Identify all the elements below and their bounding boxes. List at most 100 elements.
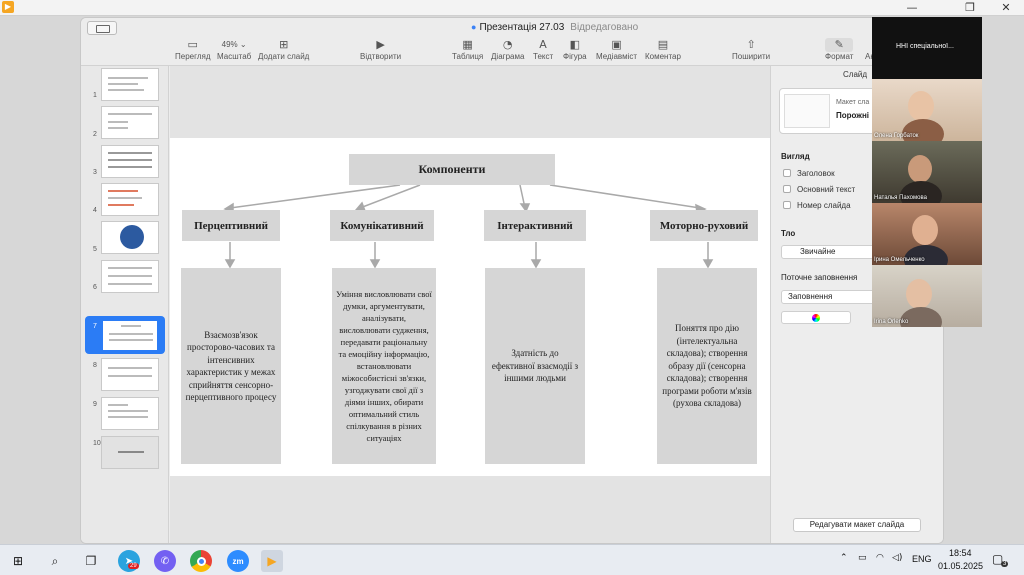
table-button[interactable]: ▦ Таблиця bbox=[452, 38, 483, 61]
checkbox-icon bbox=[783, 201, 791, 209]
slide-number: 6 bbox=[93, 284, 97, 291]
zoom-app-icon[interactable]: zm bbox=[227, 550, 249, 572]
checkbox-icon bbox=[783, 185, 791, 193]
clock-time[interactable]: 18:54 bbox=[949, 548, 972, 558]
view-button[interactable]: ▭ Перегляд bbox=[175, 38, 211, 61]
edit-slide-layout-button[interactable]: Редагувати макет слайда bbox=[793, 518, 921, 532]
text-button[interactable]: A Текст bbox=[533, 38, 553, 61]
media-icon: ▣ bbox=[611, 38, 622, 51]
body-checkbox[interactable]: Основний текст bbox=[783, 185, 855, 194]
media-button[interactable]: ▣ Медіавміст bbox=[596, 38, 637, 61]
host-titlebar: ▶ — ❐ ✕ bbox=[0, 0, 1024, 16]
tray-chevron-icon[interactable]: ⌃ bbox=[840, 553, 848, 563]
participant-tile[interactable]: Наталья Пахомова bbox=[872, 141, 982, 203]
slide-number: 10 bbox=[93, 440, 101, 447]
screen-viewer-icon[interactable]: ▶ bbox=[261, 550, 283, 572]
tab-slide[interactable]: Слайд bbox=[843, 70, 867, 79]
slide-thumbnail-3[interactable] bbox=[101, 145, 159, 178]
close-button[interactable]: ✕ bbox=[990, 0, 1022, 16]
video-participants: ННІ спеціальної... Олена Горбаток Наталь… bbox=[872, 17, 982, 327]
layout-thumbnail bbox=[784, 94, 830, 128]
share-button[interactable]: ⇧ Поширити bbox=[732, 38, 770, 61]
table-icon: ▦ bbox=[462, 38, 473, 51]
slide-number: 7 bbox=[93, 323, 97, 330]
slide-thumbnail-5[interactable] bbox=[101, 221, 159, 254]
component-motor: Моторно-руховий bbox=[650, 210, 758, 241]
edited-dot-icon: ● bbox=[471, 22, 477, 32]
slide-thumbnail-1[interactable] bbox=[101, 68, 159, 101]
description-perceptive: Взаємозв'язок просторово-часових та інте… bbox=[181, 268, 281, 464]
slide-number: 4 bbox=[93, 207, 97, 214]
battery-icon[interactable]: ▭ bbox=[858, 553, 867, 563]
zoom-button[interactable]: 49% ⌄ Масштаб bbox=[217, 38, 251, 61]
current-fill-heading: Поточне заповнення bbox=[781, 273, 858, 282]
description-interactive: Здатність до ефективної взаємодії з інши… bbox=[485, 268, 585, 464]
slide-number: 3 bbox=[93, 169, 97, 176]
format-button[interactable]: ✎ Формат bbox=[825, 38, 854, 61]
component-communicative: Комунікативний bbox=[330, 210, 434, 241]
slide-number: 1 bbox=[93, 92, 97, 99]
slide-thumbnail-10[interactable] bbox=[101, 436, 159, 469]
description-communicative: Уміння висловлювати свої думки, аргумент… bbox=[332, 268, 436, 464]
components-header: Компоненти bbox=[349, 154, 555, 185]
comment-icon: ▤ bbox=[657, 38, 669, 51]
format-brush-icon: ✎ bbox=[825, 38, 854, 52]
checkbox-icon bbox=[783, 169, 791, 177]
share-icon: ⇧ bbox=[746, 38, 756, 51]
layout-label: Макет сла bbox=[836, 99, 870, 106]
comment-button[interactable]: ▤ Коментар bbox=[645, 38, 681, 61]
wifi-icon[interactable]: ◠ bbox=[876, 553, 884, 563]
view-icon: ▭ bbox=[187, 38, 198, 51]
slide-thumbnail-9[interactable] bbox=[101, 397, 159, 430]
play-icon: ▶ bbox=[376, 38, 385, 51]
chart-icon: ◔ bbox=[502, 38, 513, 51]
sidebar-toggle-icon[interactable] bbox=[87, 21, 117, 35]
slide-number: 5 bbox=[93, 246, 97, 253]
taskbar: ⊞ ⌕ ❐ ➤ 29 ✆ zm ▶ ⌃ ▭ ◠ ◁) ENG 18:54 01.… bbox=[0, 544, 1024, 575]
task-view-icon[interactable]: ❐ bbox=[80, 550, 102, 572]
maximize-button[interactable]: ❐ bbox=[954, 0, 986, 16]
color-picker[interactable] bbox=[781, 311, 851, 324]
add-slide-button[interactable]: ⊞ Додати слайд bbox=[258, 38, 309, 61]
window-title: ● Презентація 27.03 Відредаговано bbox=[471, 22, 638, 33]
document-title: Презентація 27.03 bbox=[479, 22, 565, 33]
search-icon[interactable]: ⌕ bbox=[44, 550, 66, 572]
title-checkbox[interactable]: Заголовок bbox=[783, 169, 835, 178]
clock-date[interactable]: 01.05.2025 bbox=[938, 561, 983, 571]
telegram-badge: 29 bbox=[128, 563, 139, 569]
slide-number: 2 bbox=[93, 131, 97, 138]
slide-thumbnail-8[interactable] bbox=[101, 358, 159, 391]
slide-thumbnail-6[interactable] bbox=[101, 260, 159, 293]
slide-number: 8 bbox=[93, 362, 97, 369]
language-indicator[interactable]: ENG bbox=[912, 554, 932, 564]
slide-navigator: 1 2 3 4 5 6 7 8 9 10 bbox=[81, 66, 169, 543]
slide-thumbnail-4[interactable] bbox=[101, 183, 159, 216]
notification-count: 3 bbox=[1001, 561, 1009, 567]
volume-icon[interactable]: ◁) bbox=[892, 553, 902, 563]
keynote-window: ● Презентація 27.03 Відредаговано ▭ Перегля… bbox=[80, 17, 944, 544]
participant-tile[interactable]: Ірина Омельченко bbox=[872, 203, 982, 265]
viber-icon[interactable]: ✆ bbox=[154, 550, 176, 572]
toolbar: ● Презентація 27.03 Відредаговано ▭ Перегля… bbox=[81, 18, 943, 66]
color-wheel-icon bbox=[812, 314, 820, 322]
participant-tile[interactable]: Олена Горбаток bbox=[872, 79, 982, 141]
meeting-title: ННІ спеціальної... bbox=[872, 17, 982, 79]
component-perceptive: Перцептивний bbox=[182, 210, 280, 241]
windows-start-icon[interactable]: ⊞ bbox=[7, 550, 29, 572]
slide-thumbnail-2[interactable] bbox=[101, 106, 159, 139]
minimize-button[interactable]: — bbox=[896, 0, 928, 16]
slide-number: 9 bbox=[93, 401, 97, 408]
shape-button[interactable]: ◧ Фігура bbox=[563, 38, 587, 61]
layout-name: Порожні bbox=[836, 111, 870, 120]
appearance-heading: Вигляд bbox=[781, 152, 810, 161]
chart-button[interactable]: ◔ Діаграма bbox=[491, 38, 524, 61]
chrome-icon[interactable] bbox=[190, 550, 212, 572]
description-motor: Поняття про дію (інтелектуальна складова… bbox=[657, 268, 757, 464]
slide[interactable]: Компоненти Перцептивний Комунікативний І… bbox=[170, 138, 770, 476]
participant-tile[interactable]: Irina Orlenko bbox=[872, 265, 982, 327]
add-slide-icon: ⊞ bbox=[279, 38, 289, 51]
text-icon: A bbox=[539, 38, 547, 51]
slide-thumbnail-7[interactable] bbox=[101, 319, 159, 352]
slide-number-checkbox[interactable]: Номер слайда bbox=[783, 201, 851, 210]
play-button[interactable]: ▶ Відтворити bbox=[360, 38, 401, 61]
